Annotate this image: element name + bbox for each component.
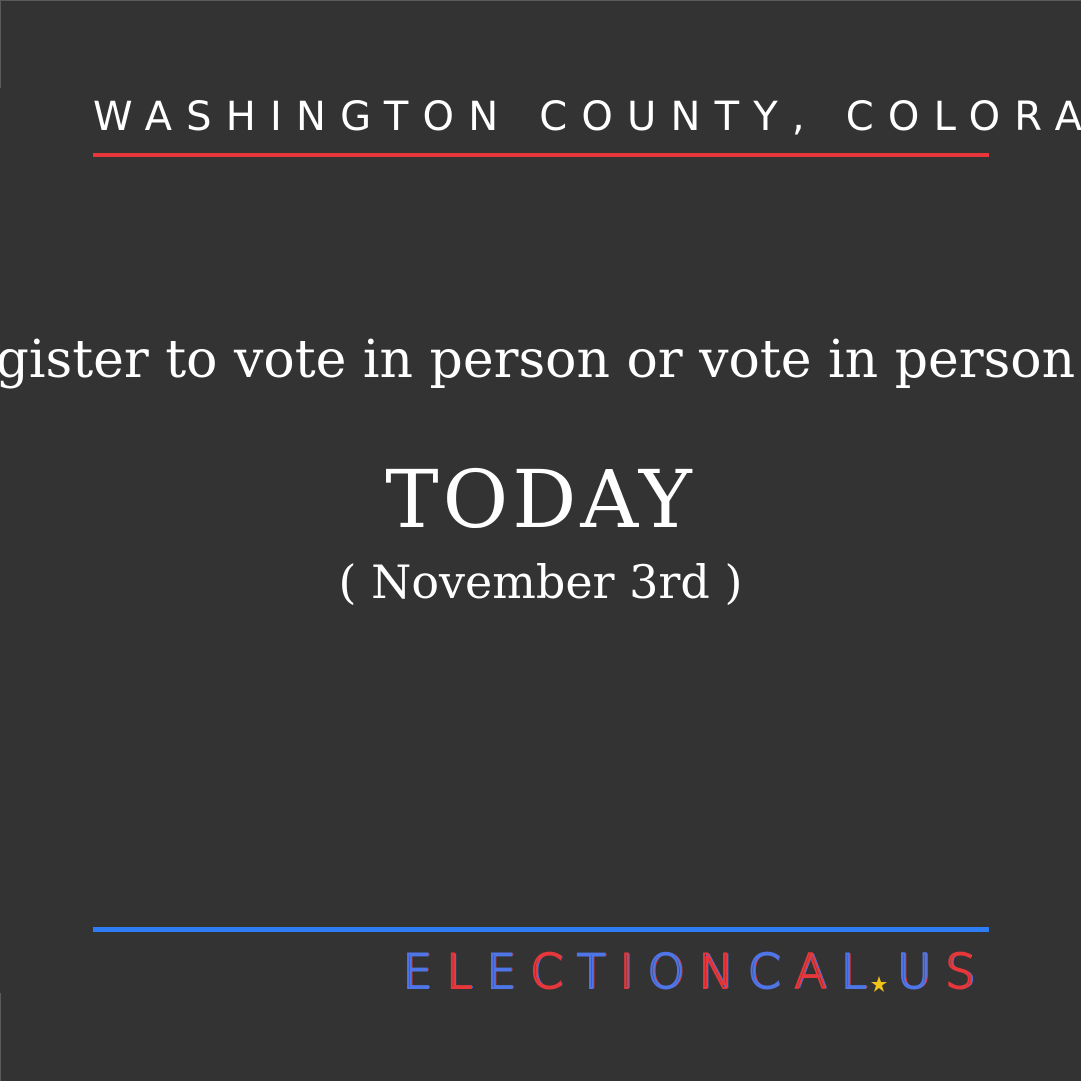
logo-letter: C <box>529 945 577 1000</box>
deadline-date: ( November 3rd ) <box>338 555 743 609</box>
logo-letter: S <box>944 945 989 1000</box>
logo-letter: I <box>619 945 648 1000</box>
logo-letter: N <box>697 945 748 1000</box>
logo-letter: C <box>747 945 795 1000</box>
logo-text-part2: US <box>896 945 989 1000</box>
star-icon <box>870 976 887 992</box>
logo-letter: A <box>793 945 841 1000</box>
voting-message: Register to vote in person or vote in pe… <box>0 330 1081 390</box>
deadline-label: TODAY <box>385 453 696 546</box>
top-border <box>0 0 1081 1</box>
logo-letter: E <box>485 945 530 1000</box>
logo-text-part1: ELECTIONCAL <box>401 945 880 1000</box>
heading-underline <box>93 153 989 157</box>
graphic-canvas: WASHINGTON COUNTY, COLORADO Register to … <box>0 0 1081 1081</box>
logo-letter: E <box>401 945 447 1000</box>
electioncal-logo: ELECTIONCAL US <box>401 945 989 1000</box>
county-heading: WASHINGTON COUNTY, COLORADO <box>93 94 1081 140</box>
logo-letter: U <box>896 945 946 1000</box>
logo-letter: T <box>576 945 620 1000</box>
logo-letter: O <box>646 945 699 1000</box>
logo-letter: L <box>445 945 487 1000</box>
footer-rule <box>93 927 989 932</box>
left-border-bottom <box>0 993 1 1081</box>
left-border-top <box>0 0 1 88</box>
